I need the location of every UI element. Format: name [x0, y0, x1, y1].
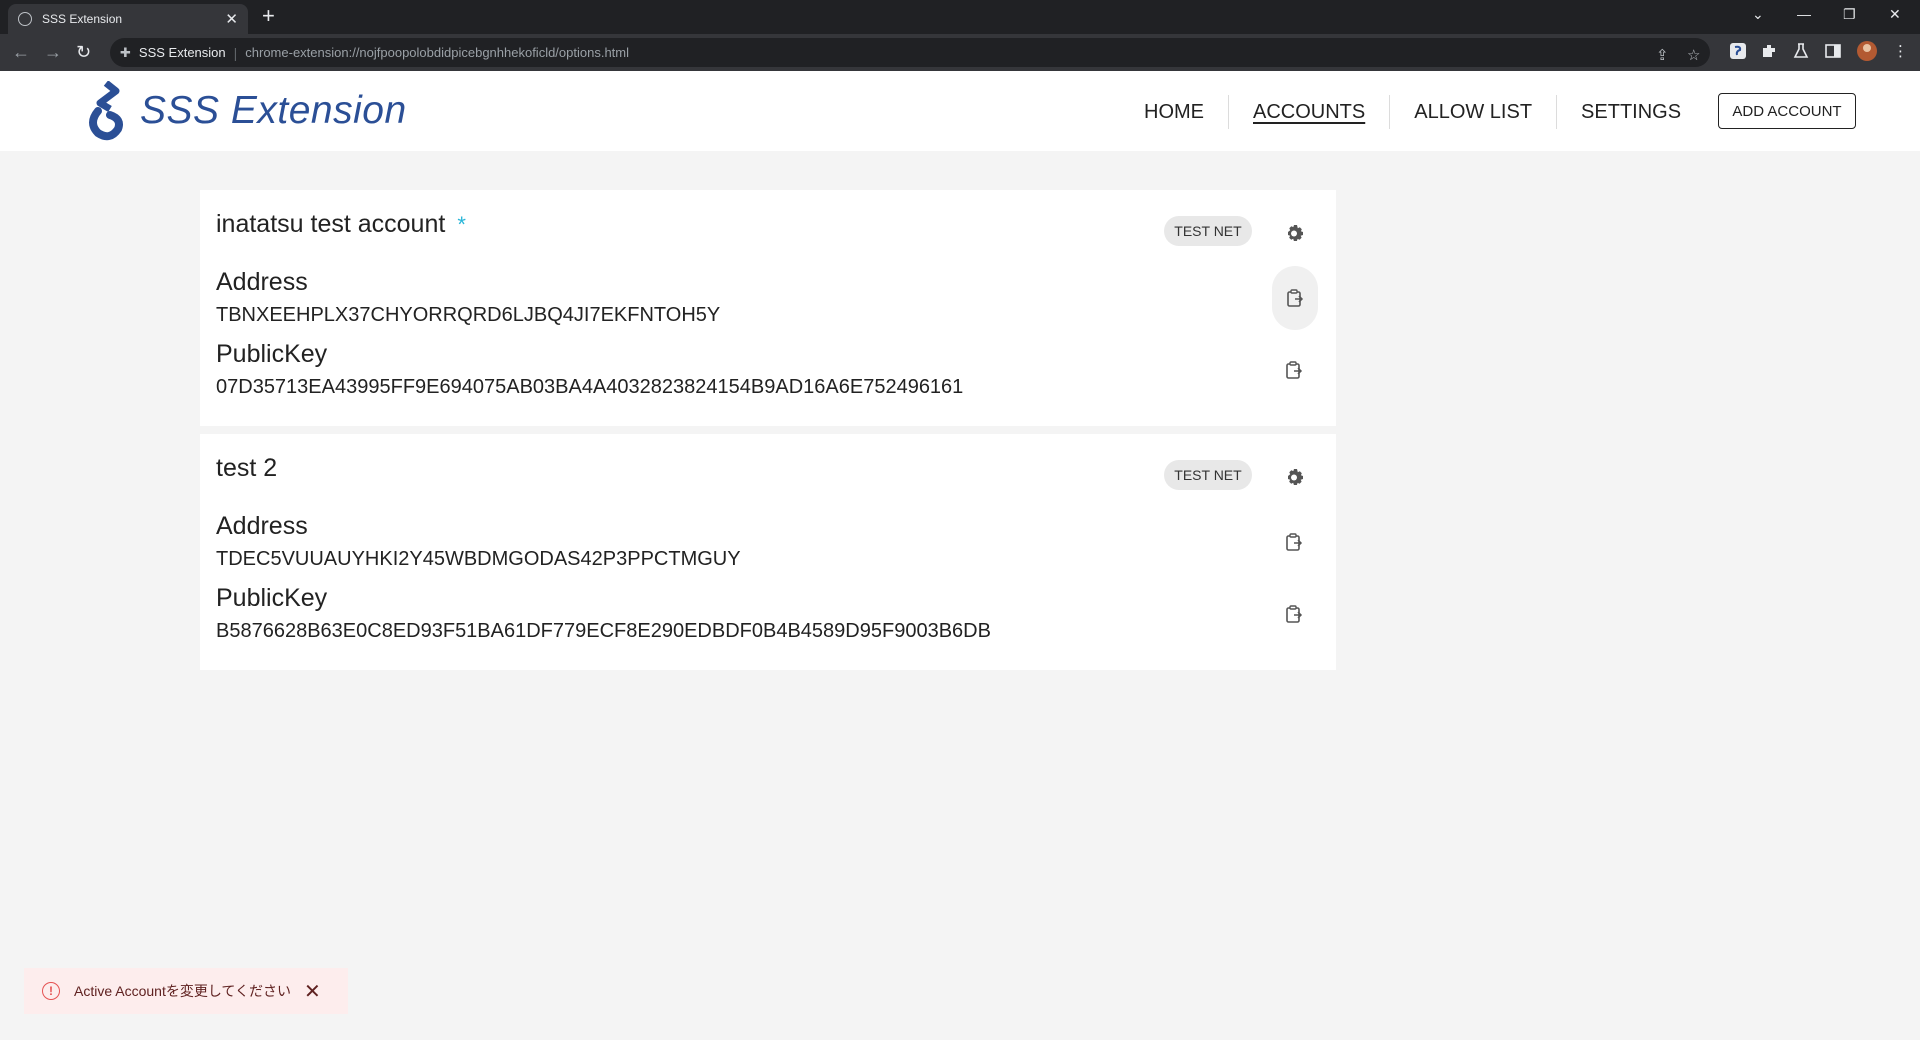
active-account-marker: * [457, 212, 466, 237]
publickey-label: PublicKey [216, 584, 328, 612]
gear-icon[interactable] [1282, 220, 1306, 244]
toast-message: Active Accountを変更してください [74, 983, 291, 999]
account-name-row: test 2 [216, 454, 277, 483]
network-chip: TEST NET [1164, 216, 1252, 246]
clipboard-copy-icon [1286, 533, 1303, 551]
site-name: SSS Extension [138, 45, 226, 60]
tab-search-button[interactable]: ⌄ [1752, 6, 1764, 23]
address-label: Address [216, 268, 308, 296]
copy-address-button[interactable] [1272, 266, 1318, 330]
globe-icon [18, 12, 32, 26]
app-logo[interactable]: SSS Extension [86, 81, 407, 141]
add-account-button[interactable]: ADD ACCOUNT [1718, 93, 1856, 129]
nav-accounts[interactable]: ACCOUNTS [1229, 95, 1391, 129]
browser-tab-strip: SSS Extension ✕ + ⌄ — ❐ ✕ [0, 0, 1920, 34]
browser-toolbar: ← → ↻ ✚ SSS Extension | chrome-extension… [0, 34, 1920, 71]
account-name: test 2 [216, 454, 278, 482]
back-icon[interactable]: ← [12, 42, 30, 62]
nav-settings[interactable]: SETTINGS [1557, 95, 1705, 129]
divider: | [233, 44, 238, 61]
error-toast: ! Active Accountを変更してください ✕ [24, 968, 348, 1014]
account-name-row: inatatsu test account * [216, 210, 466, 239]
account-card: inatatsu test account * TEST NET Address … [200, 190, 1336, 426]
address-bar[interactable]: ✚ SSS Extension | chrome-extension://noj… [110, 38, 1710, 67]
browser-tab[interactable]: SSS Extension ✕ [8, 4, 248, 34]
reload-icon[interactable]: ↻ [76, 42, 91, 62]
logo-text: SSS Extension [140, 89, 407, 132]
extensions-icon[interactable] [1760, 42, 1778, 60]
account-name: inatatsu test account [216, 210, 446, 238]
labs-flask-icon[interactable] [1792, 42, 1810, 60]
extension-puzzle-icon: ✚ [120, 44, 131, 60]
error-icon: ! [42, 982, 60, 1000]
app-header: SSS Extension HOME ACCOUNTS ALLOW LIST S… [0, 71, 1920, 151]
side-panel-icon[interactable] [1824, 42, 1842, 60]
publickey-label: PublicKey [216, 340, 328, 368]
url-text: chrome-extension://nojfpoopolobdidpicebg… [245, 45, 630, 60]
address-label: Address [216, 512, 308, 540]
account-card: test 2 TEST NET Address TDEC5VUUAUYHKI2Y… [200, 434, 1336, 670]
copy-address-button[interactable] [1272, 520, 1316, 564]
clipboard-copy-icon [1286, 605, 1303, 623]
address-value: TDEC5VUUAUYHKI2Y45WBDMGODAS42P3PPCTMGUY [216, 548, 741, 570]
gear-icon[interactable] [1282, 464, 1306, 488]
address-value: TBNXEEHPLX37CHYORRQRD6LJBQ4JI7EKFNTOH5Y [216, 304, 721, 326]
publickey-value: 07D35713EA43995FF9E694075AB03BA4A4032823… [216, 376, 964, 398]
minimize-button[interactable]: — [1797, 6, 1811, 22]
network-chip: TEST NET [1164, 460, 1252, 490]
bookmark-star-icon[interactable]: ☆ [1687, 46, 1700, 64]
nav-allow-list[interactable]: ALLOW LIST [1390, 95, 1558, 129]
copy-publickey-button[interactable] [1272, 348, 1316, 392]
profile-avatar[interactable] [1856, 40, 1878, 62]
menu-kebab-icon[interactable]: ⋮ [1893, 42, 1908, 60]
clipboard-copy-icon [1286, 361, 1303, 379]
sss-logo-icon [89, 81, 123, 141]
copy-publickey-button[interactable] [1272, 592, 1316, 636]
share-icon[interactable]: ⇪ [1656, 46, 1669, 64]
tab-close-button[interactable]: ✕ [225, 10, 238, 28]
forward-icon[interactable]: → [44, 42, 62, 62]
tab-title: SSS Extension [42, 12, 123, 26]
close-window-button[interactable]: ✕ [1889, 6, 1901, 23]
nav-home[interactable]: HOME [1120, 95, 1229, 129]
main-nav: HOME ACCOUNTS ALLOW LIST SETTINGS [1120, 95, 1705, 129]
restore-button[interactable]: ❐ [1843, 6, 1856, 23]
sss-extension-icon[interactable] [1729, 42, 1747, 60]
toast-close-button[interactable]: ✕ [304, 979, 321, 1004]
publickey-value: B5876628B63E0C8ED93F51BA61DF779ECF8E290E… [216, 620, 991, 642]
new-tab-button[interactable]: + [262, 5, 275, 27]
clipboard-copy-icon [1287, 289, 1304, 307]
